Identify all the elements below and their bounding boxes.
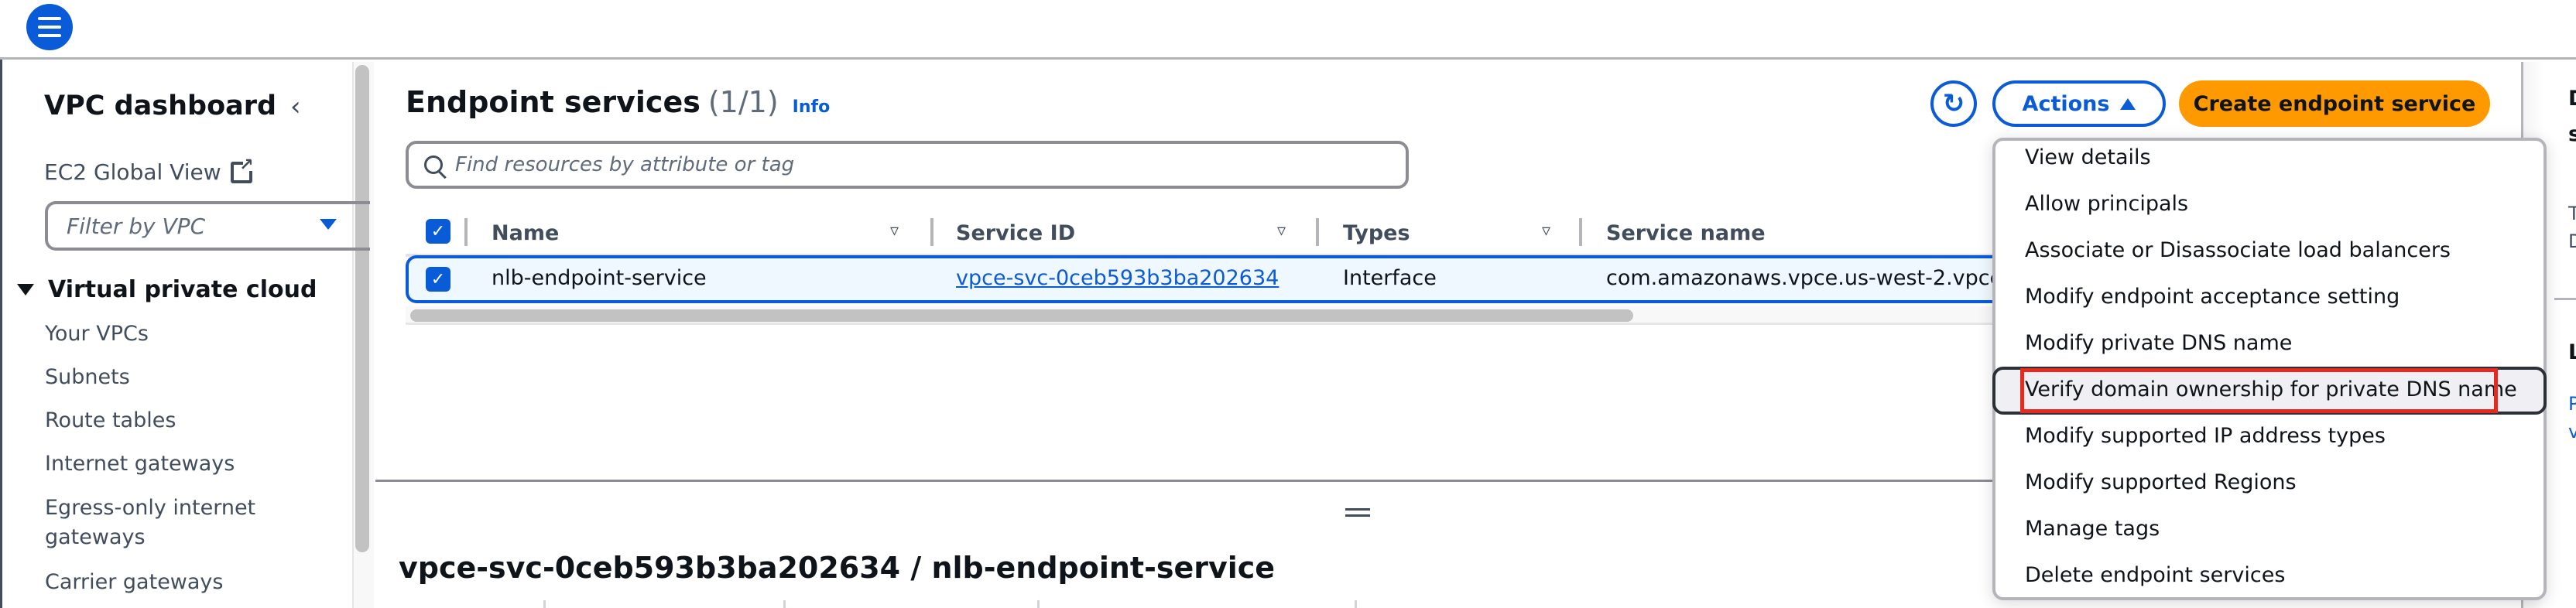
info-link[interactable]: Info [793, 97, 831, 117]
help-panel-link[interactable]: v [2568, 421, 2576, 442]
sidebar-item-label: EC2 Global View [44, 159, 221, 185]
caret-up-icon [2120, 97, 2136, 110]
menu-item-delete-endpoint-services[interactable]: Delete endpoint services [2025, 563, 2285, 587]
detail-column-separator [1355, 600, 1357, 608]
sidebar-item-subnets[interactable]: Subnets [45, 363, 324, 392]
help-panel-text: T [2568, 203, 2576, 224]
sidebar-scrollbar-thumb[interactable] [355, 65, 369, 552]
help-panel-heading: D [2568, 87, 2576, 111]
sidebar-item-ec2-global-view[interactable]: EC2 Global View [44, 155, 254, 186]
search-icon [424, 155, 443, 174]
annotation-highlight-box [2020, 368, 2498, 413]
selection-count: (1/1) [707, 85, 779, 119]
column-separator[interactable] [930, 218, 933, 246]
page-title: Endpoint services (1/1) Info [406, 85, 830, 119]
chevron-left-icon[interactable]: ‹ [290, 91, 301, 122]
drag-handle-icon[interactable] [1345, 508, 1370, 521]
help-panel-heading-line2: s [2568, 122, 2576, 146]
sort-icon[interactable]: ▿ [890, 221, 899, 241]
detail-column-separator [783, 600, 786, 608]
sidebar-section-virtual-private-cloud[interactable]: Virtual private cloud [17, 276, 317, 303]
column-header-service-id[interactable]: Service ID [956, 218, 1075, 248]
caret-down-icon[interactable] [320, 219, 337, 230]
sidebar-item-your-vpcs[interactable]: Your VPCs [45, 319, 324, 349]
detail-panel-title: vpce-svc-0ceb593b3ba202634 / nlb-endpoin… [399, 551, 1276, 585]
caret-down-icon [17, 284, 34, 295]
menu-item-modify-private-dns-name[interactable]: Modify private DNS name [2025, 331, 2292, 355]
detail-column-separator [543, 600, 546, 608]
refresh-icon: ↻ [1942, 88, 1965, 119]
page-title-text: Endpoint services [406, 85, 701, 119]
sidebar-title: VPC dashboard [44, 91, 277, 121]
sort-icon[interactable]: ▿ [1277, 221, 1286, 241]
menu-item-modify-supported-ip-address-types[interactable]: Modify supported IP address types [2025, 424, 2386, 448]
actions-label: Actions [2022, 91, 2110, 116]
help-panel-link[interactable]: P [2568, 393, 2576, 415]
column-separator[interactable] [1316, 218, 1319, 246]
help-panel-divider-line [2554, 298, 2576, 300]
search-placeholder: Find resources by attribute or tag [455, 153, 795, 176]
menu-item-manage-tags[interactable]: Manage tags [2025, 517, 2160, 541]
menu-item-modify-supported-regions[interactable]: Modify supported Regions [2025, 470, 2297, 494]
top-navigation-bar [0, 0, 2576, 60]
menu-item-view-details[interactable]: View details [2025, 145, 2151, 169]
actions-button[interactable]: Actions [1992, 80, 2166, 127]
external-link-icon [230, 155, 254, 183]
create-endpoint-service-button[interactable]: Create endpoint service [2179, 80, 2490, 127]
row-checkbox[interactable]: ✓ [426, 267, 450, 292]
cell-type: Interface [1343, 266, 1437, 290]
column-separator[interactable] [1579, 218, 1582, 246]
column-header-name[interactable]: Name [492, 218, 559, 248]
cell-service-id-link[interactable]: vpce-svc-0ceb593b3ba202634 [956, 266, 1279, 290]
sidebar-item-egress-only-internet-gateways[interactable]: Egress-only internet gateways [45, 494, 277, 552]
help-panel-learn-more-heading: L [2568, 340, 2576, 364]
column-header-service-name[interactable]: Service name [1606, 218, 1766, 248]
hamburger-menu-icon[interactable] [26, 4, 73, 50]
refresh-button[interactable]: ↻ [1930, 80, 1977, 127]
menu-item-associate-disassociate-load-balancers[interactable]: Associate or Disassociate load balancers [2025, 238, 2451, 262]
select-all-checkbox[interactable]: ✓ [426, 219, 450, 244]
menu-item-allow-principals[interactable]: Allow principals [2025, 192, 2188, 216]
column-separator[interactable] [464, 218, 468, 246]
vpc-filter-placeholder: Filter by VPC [67, 213, 206, 239]
sidebar-section-label: Virtual private cloud [48, 276, 317, 303]
sidebar-item-route-tables[interactable]: Route tables [45, 406, 324, 436]
sidebar-item-internet-gateways[interactable]: Internet gateways [45, 449, 324, 479]
sort-icon[interactable]: ▿ [1542, 221, 1550, 241]
column-header-types[interactable]: Types [1343, 218, 1410, 248]
table-scrollbar-thumb[interactable] [410, 309, 1633, 322]
menu-item-modify-endpoint-acceptance[interactable]: Modify endpoint acceptance setting [2025, 285, 2400, 309]
search-input[interactable]: Find resources by attribute or tag [406, 141, 1409, 189]
cell-name: nlb-endpoint-service [492, 266, 707, 290]
detail-column-separator [1037, 600, 1040, 608]
sidebar-item-carrier-gateways[interactable]: Carrier gateways [45, 568, 324, 597]
help-panel-text: D [2568, 231, 2576, 252]
